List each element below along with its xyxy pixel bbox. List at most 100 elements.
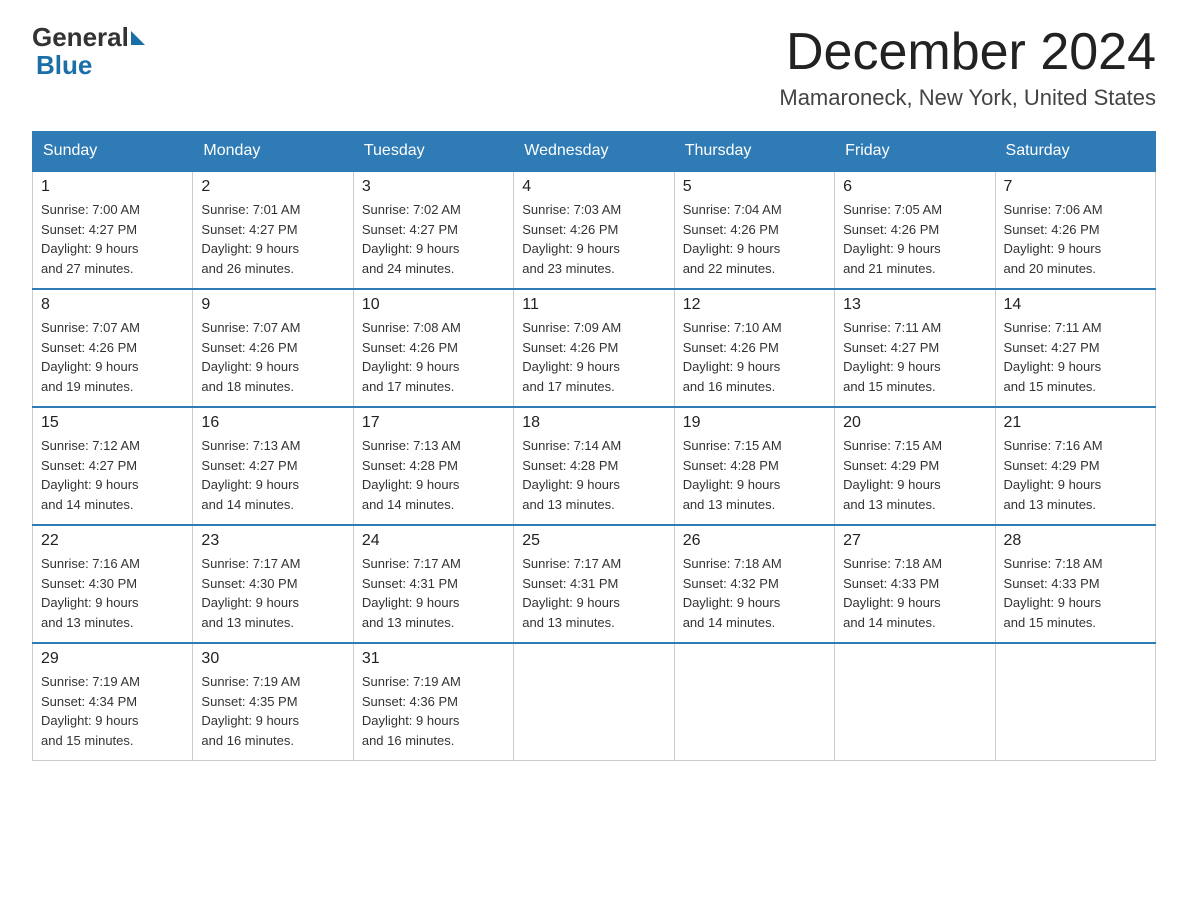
calendar-cell: 14Sunrise: 7:11 AMSunset: 4:27 PMDayligh… <box>995 289 1155 407</box>
day-info: Sunrise: 7:11 AMSunset: 4:27 PMDaylight:… <box>843 318 986 396</box>
day-info: Sunrise: 7:05 AMSunset: 4:26 PMDaylight:… <box>843 200 986 278</box>
day-number: 8 <box>41 296 184 314</box>
day-info: Sunrise: 7:12 AMSunset: 4:27 PMDaylight:… <box>41 436 184 514</box>
day-info: Sunrise: 7:04 AMSunset: 4:26 PMDaylight:… <box>683 200 826 278</box>
calendar-cell: 29 Sunrise: 7:19 AMSunset: 4:34 PMDayligh… <box>33 643 193 761</box>
day-info: Sunrise: 7:09 AMSunset: 4:26 PMDaylight:… <box>522 318 665 396</box>
day-info: Sunrise: 7:18 AMSunset: 4:33 PMDaylight:… <box>1004 554 1147 632</box>
logo-text: General <box>32 24 145 50</box>
calendar-cell: 13 Sunrise: 7:11 AMSunset: 4:27 PMDayligh… <box>835 289 995 407</box>
week-row: 1 Sunrise: 7:00 AMSunset: 4:27 PMDaylight… <box>33 171 1156 289</box>
week-row: 8 Sunrise: 7:07 AMSunset: 4:26 PMDaylight… <box>33 289 1156 407</box>
day-info: Sunrise: 7:16 AMSunset: 4:30 PMDaylight:… <box>41 554 184 632</box>
day-of-week-header: Saturday <box>995 132 1155 172</box>
day-number: 1 <box>41 178 184 196</box>
day-number: 6 <box>843 178 986 196</box>
day-number: 26 <box>683 532 826 550</box>
day-info: Sunrise: 7:06 AMSunset: 4:26 PMDaylight:… <box>1004 200 1147 278</box>
day-number: 30 <box>201 650 344 668</box>
calendar-cell: 23 Sunrise: 7:17 AMSunset: 4:30 PMDayligh… <box>193 525 353 643</box>
day-of-week-header: Friday <box>835 132 995 172</box>
calendar-cell: 8 Sunrise: 7:07 AMSunset: 4:26 PMDaylight… <box>33 289 193 407</box>
logo-arrow-icon <box>131 31 145 45</box>
calendar-cell: 7 Sunrise: 7:06 AMSunset: 4:26 PMDaylight… <box>995 171 1155 289</box>
logo-general: General <box>32 24 129 50</box>
day-number: 11 <box>522 296 665 314</box>
day-info: Sunrise: 7:13 AMSunset: 4:27 PMDaylight:… <box>201 436 344 514</box>
calendar-cell: 24 Sunrise: 7:17 AMSunset: 4:31 PMDayligh… <box>353 525 513 643</box>
day-of-week-header: Thursday <box>674 132 834 172</box>
day-info: Sunrise: 7:15 AMSunset: 4:29 PMDaylight:… <box>843 436 986 514</box>
day-of-week-header: Tuesday <box>353 132 513 172</box>
day-number: 12 <box>683 296 826 314</box>
week-row: 29 Sunrise: 7:19 AMSunset: 4:34 PMDayligh… <box>33 643 1156 761</box>
calendar-cell <box>674 643 834 761</box>
day-number: 25 <box>522 532 665 550</box>
calendar-cell: 21 Sunrise: 7:16 AMSunset: 4:29 PMDayligh… <box>995 407 1155 525</box>
location-title: Mamaroneck, New York, United States <box>779 85 1156 111</box>
day-info: Sunrise: 7:17 AMSunset: 4:31 PMDaylight:… <box>362 554 505 632</box>
day-number: 7 <box>1004 178 1147 196</box>
calendar-cell <box>995 643 1155 761</box>
day-number: 24 <box>362 532 505 550</box>
day-of-week-header: Wednesday <box>514 132 674 172</box>
day-number: 23 <box>201 532 344 550</box>
title-block: December 2024 Mamaroneck, New York, Unit… <box>779 24 1156 111</box>
calendar-cell: 16 Sunrise: 7:13 AMSunset: 4:27 PMDayligh… <box>193 407 353 525</box>
day-number: 13 <box>843 296 986 314</box>
month-title: December 2024 <box>779 24 1156 81</box>
calendar-cell: 15 Sunrise: 7:12 AMSunset: 4:27 PMDayligh… <box>33 407 193 525</box>
day-number: 15 <box>41 414 184 432</box>
day-info: Sunrise: 7:19 AMSunset: 4:34 PMDaylight:… <box>41 672 184 750</box>
calendar-cell <box>835 643 995 761</box>
calendar-cell: 5Sunrise: 7:04 AMSunset: 4:26 PMDaylight… <box>674 171 834 289</box>
day-info: Sunrise: 7:10 AMSunset: 4:26 PMDaylight:… <box>683 318 826 396</box>
calendar-cell: 12 Sunrise: 7:10 AMSunset: 4:26 PMDayligh… <box>674 289 834 407</box>
day-number: 22 <box>41 532 184 550</box>
calendar-cell: 1 Sunrise: 7:00 AMSunset: 4:27 PMDaylight… <box>33 171 193 289</box>
day-number: 28 <box>1004 532 1147 550</box>
calendar-cell: 26Sunrise: 7:18 AMSunset: 4:32 PMDayligh… <box>674 525 834 643</box>
calendar-cell: 20 Sunrise: 7:15 AMSunset: 4:29 PMDayligh… <box>835 407 995 525</box>
day-number: 31 <box>362 650 505 668</box>
page-header: General Blue December 2024 Mamaroneck, N… <box>32 24 1156 111</box>
day-info: Sunrise: 7:19 AMSunset: 4:35 PMDaylight:… <box>201 672 344 750</box>
day-number: 21 <box>1004 414 1147 432</box>
day-number: 16 <box>201 414 344 432</box>
day-number: 29 <box>41 650 184 668</box>
day-number: 9 <box>201 296 344 314</box>
week-row: 15 Sunrise: 7:12 AMSunset: 4:27 PMDayligh… <box>33 407 1156 525</box>
day-info: Sunrise: 7:07 AMSunset: 4:26 PMDaylight:… <box>41 318 184 396</box>
day-number: 10 <box>362 296 505 314</box>
day-of-week-header: Sunday <box>33 132 193 172</box>
day-info: Sunrise: 7:17 AMSunset: 4:30 PMDaylight:… <box>201 554 344 632</box>
calendar-cell: 27Sunrise: 7:18 AMSunset: 4:33 PMDayligh… <box>835 525 995 643</box>
calendar-table: SundayMondayTuesdayWednesdayThursdayFrid… <box>32 131 1156 761</box>
day-number: 4 <box>522 178 665 196</box>
day-info: Sunrise: 7:19 AMSunset: 4:36 PMDaylight:… <box>362 672 505 750</box>
day-info: Sunrise: 7:08 AMSunset: 4:26 PMDaylight:… <box>362 318 505 396</box>
calendar-cell: 17 Sunrise: 7:13 AMSunset: 4:28 PMDayligh… <box>353 407 513 525</box>
day-info: Sunrise: 7:16 AMSunset: 4:29 PMDaylight:… <box>1004 436 1147 514</box>
calendar-header-row: SundayMondayTuesdayWednesdayThursdayFrid… <box>33 132 1156 172</box>
calendar-cell: 28 Sunrise: 7:18 AMSunset: 4:33 PMDayligh… <box>995 525 1155 643</box>
day-number: 3 <box>362 178 505 196</box>
day-info: Sunrise: 7:00 AMSunset: 4:27 PMDaylight:… <box>41 200 184 278</box>
day-number: 17 <box>362 414 505 432</box>
day-of-week-header: Monday <box>193 132 353 172</box>
day-info: Sunrise: 7:14 AMSunset: 4:28 PMDaylight:… <box>522 436 665 514</box>
calendar-cell: 30 Sunrise: 7:19 AMSunset: 4:35 PMDayligh… <box>193 643 353 761</box>
day-info: Sunrise: 7:07 AMSunset: 4:26 PMDaylight:… <box>201 318 344 396</box>
calendar-cell: 31 Sunrise: 7:19 AMSunset: 4:36 PMDayligh… <box>353 643 513 761</box>
calendar-cell: 25Sunrise: 7:17 AMSunset: 4:31 PMDayligh… <box>514 525 674 643</box>
day-number: 2 <box>201 178 344 196</box>
day-info: Sunrise: 7:13 AMSunset: 4:28 PMDaylight:… <box>362 436 505 514</box>
day-info: Sunrise: 7:03 AMSunset: 4:26 PMDaylight:… <box>522 200 665 278</box>
day-number: 20 <box>843 414 986 432</box>
calendar-cell <box>514 643 674 761</box>
calendar-cell: 3Sunrise: 7:02 AMSunset: 4:27 PMDaylight… <box>353 171 513 289</box>
day-number: 19 <box>683 414 826 432</box>
day-info: Sunrise: 7:15 AMSunset: 4:28 PMDaylight:… <box>683 436 826 514</box>
calendar-cell: 18Sunrise: 7:14 AMSunset: 4:28 PMDayligh… <box>514 407 674 525</box>
day-number: 27 <box>843 532 986 550</box>
